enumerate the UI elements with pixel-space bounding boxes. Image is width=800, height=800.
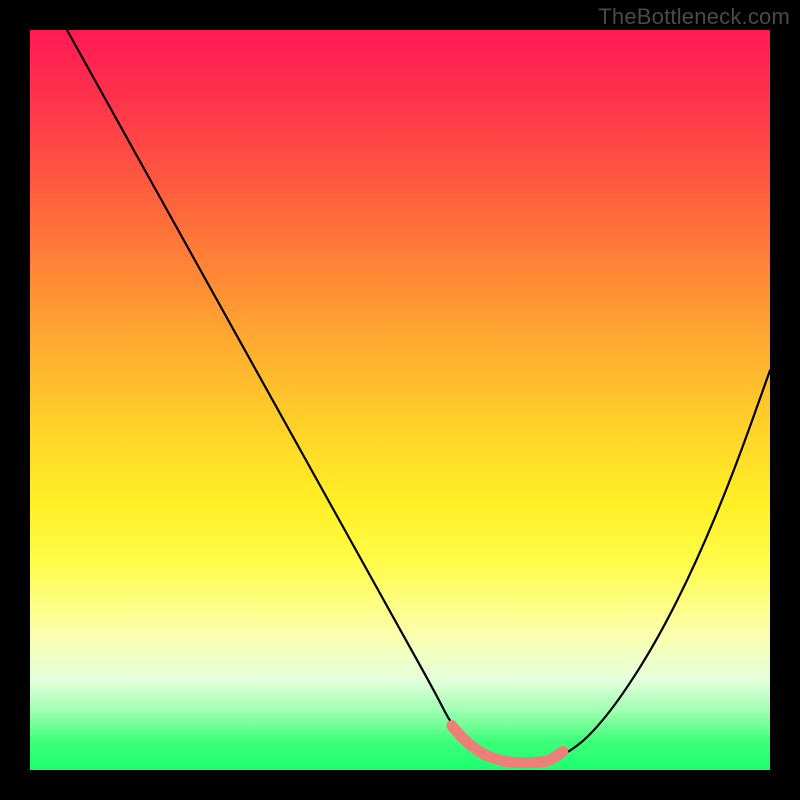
curve-layer — [30, 30, 770, 770]
watermark-text: TheBottleneck.com — [598, 4, 790, 30]
chart-frame: TheBottleneck.com — [0, 0, 800, 800]
bottleneck-curve — [67, 30, 770, 763]
optimal-range-marker — [452, 726, 563, 763]
